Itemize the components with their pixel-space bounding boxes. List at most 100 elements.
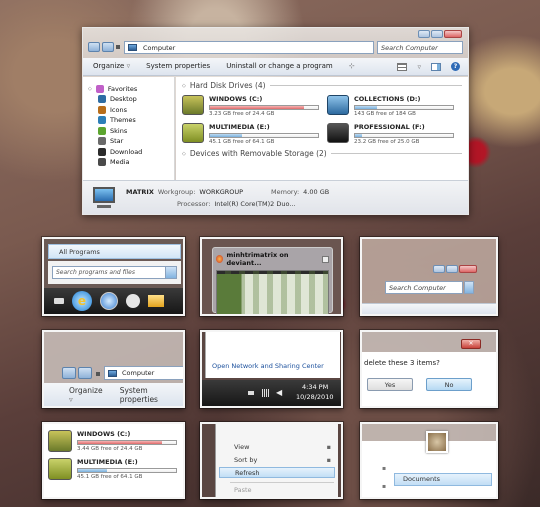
drive-usage-bar [209,105,319,110]
all-programs-label: All Programs [59,248,100,256]
hdd-section-header[interactable]: ◇ Hard Disk Drives (4) [182,81,462,90]
uninstall-button[interactable]: Uninstall or change a program [226,62,333,70]
drive-multimedia[interactable]: MULTIMEDIA (E:) 45.1 GB free of 64.1 GB [182,123,327,145]
sidebar-item-favorites[interactable]: ◇ Favorites [88,84,174,93]
organize-button[interactable]: Organize ▿ [69,386,106,404]
search-input[interactable]: Search Computer [385,281,463,294]
memory-label: Memory: [271,188,300,196]
drive-usage-bar [77,440,177,445]
address-bar[interactable]: Computer [124,41,374,54]
close-button[interactable] [459,265,477,273]
internet-explorer-icon[interactable]: e [72,291,92,311]
drives-zoom-panel: WINDOWS (C:) 3.44 GB free of 24.4 GB MUL… [42,422,185,499]
address-bar[interactable]: Computer [104,366,183,380]
drive-multimedia[interactable]: MULTIMEDIA (E:) 45.1 GB free of 64.1 GB [48,458,179,480]
sidebar-item-themes[interactable]: Themes [98,116,174,124]
collapse-icon[interactable]: ◇ [182,151,186,157]
dialog-close-button[interactable]: ✕ [461,339,481,349]
forward-button[interactable] [78,367,92,379]
keyboard-icon[interactable] [54,298,64,304]
removable-section-header[interactable]: ◇ Devices with Removable Storage (2) [182,149,462,158]
menu-item-sort-by[interactable]: Sort by ▪ [219,455,335,466]
drive-professional[interactable]: PROFESSIONAL (F:) 23.2 GB free of 25.0 G… [327,123,467,145]
workgroup-value: WORKGROUP [199,188,244,196]
thumbnail-preview[interactable]: minhtrimatrix on deviant... [212,247,333,314]
view-options-icon[interactable] [397,62,408,71]
user-photo-icon[interactable] [426,431,448,453]
delete-dialog: delete these 3 items? Yes No [362,352,496,406]
itunes-icon[interactable] [100,292,118,310]
drive-free-space: 45.1 GB free of 64.1 GB [77,474,143,480]
network-icon[interactable] [262,389,270,397]
sidebar-item-label: Desktop [110,95,137,103]
search-placeholder: Search Computer [389,283,446,292]
sidebar-item-label: Skins [110,126,128,135]
taskbar-thumbnail-panel: minhtrimatrix on deviant... [200,237,343,316]
minimize-button[interactable] [418,30,430,38]
drive-windows[interactable]: WINDOWS (C:) 3.23 GB free of 24.4 GB [182,95,327,117]
drive-name: WINDOWS (C:) [77,430,131,438]
sidebar-item-desktop[interactable]: Desktop [98,95,174,103]
search-go-icon[interactable] [464,281,474,294]
drive-free-space: 143 GB free of 184 GB [354,111,416,117]
maximize-button[interactable] [431,30,443,38]
clock-time[interactable]: 4:34 PM [302,383,328,391]
help-icon[interactable]: ? [451,62,460,71]
view-chevron-icon[interactable]: ▿ [417,63,421,71]
open-network-sharing-link[interactable]: Open Network and Sharing Center [212,362,324,370]
menu-item-paste[interactable]: Paste [219,485,335,496]
drive-collections[interactable]: COLLECTIONS (D:) 143 GB free of 184 GB [327,95,467,117]
menu-item-refresh[interactable]: Refresh [219,467,335,478]
sidebar-item-icons[interactable]: Icons [98,105,174,114]
window-title-bar: Computer Search Computer [83,28,468,58]
start-search-box[interactable]: Search programs and files [48,261,181,284]
maximize-button[interactable] [446,265,458,273]
windows-drive-icon [48,430,72,452]
yes-button[interactable]: Yes [367,378,413,391]
drive-windows[interactable]: WINDOWS (C:) 3.44 GB free of 24.4 GB [48,430,179,452]
multimedia-drive-icon [182,123,204,143]
system-tray: ◀ 4:34 PM 10/28/2010 [202,380,341,406]
windows-explorer-icon[interactable] [148,295,164,307]
no-button[interactable]: No [426,378,472,391]
more-commands-icon[interactable]: ⊹ [349,62,355,70]
thumbnail-close-icon[interactable] [322,255,329,263]
recent-pages-icon[interactable] [96,372,100,376]
preview-pane-icon[interactable] [431,62,441,71]
library-panel: ▪ ▪ Documents [360,422,498,499]
system-properties-button[interactable]: System properties [120,386,183,404]
windows-drive-icon [182,95,204,115]
organize-button[interactable]: Organize ▿ [93,62,130,70]
drive-usage-bar [77,468,177,473]
forward-button[interactable] [102,42,114,52]
media-center-icon[interactable] [126,294,140,308]
all-programs-item[interactable]: All Programs [48,244,181,259]
search-icon[interactable] [165,267,176,278]
collapse-icon[interactable]: ◇ [182,83,186,89]
menu-item-view[interactable]: View ▪ [219,442,335,453]
themes-icon [98,116,106,124]
start-search-placeholder: Search programs and files [56,269,135,276]
system-properties-button[interactable]: System properties [146,62,210,70]
close-button[interactable] [444,30,462,38]
sidebar-item-download[interactable]: Download [98,147,174,156]
library-documents-item[interactable]: Documents [394,473,492,486]
sidebar-item-media[interactable]: Media [98,158,174,166]
drive-usage-bar [354,133,454,138]
skins-icon [98,126,106,135]
window-controls [418,30,462,38]
library-label: Documents [403,475,441,483]
context-menu: View ▪ Sort by ▪ Refresh Paste [215,424,338,497]
back-button[interactable] [62,367,76,379]
tray-expand-icon[interactable] [248,391,254,395]
volume-icon[interactable]: ◀ [276,388,282,397]
sidebar-item-skins[interactable]: Skins [98,126,174,135]
recent-pages-icon[interactable] [116,45,120,49]
computer-monitor-icon [93,187,115,203]
expand-icon[interactable]: ◇ [88,86,92,92]
sidebar-item-star[interactable]: Star [98,137,174,145]
minimize-button[interactable] [433,265,445,273]
back-button[interactable] [88,42,100,52]
search-input[interactable]: Search Computer [377,41,463,54]
clock-date[interactable]: 10/28/2010 [296,393,333,401]
